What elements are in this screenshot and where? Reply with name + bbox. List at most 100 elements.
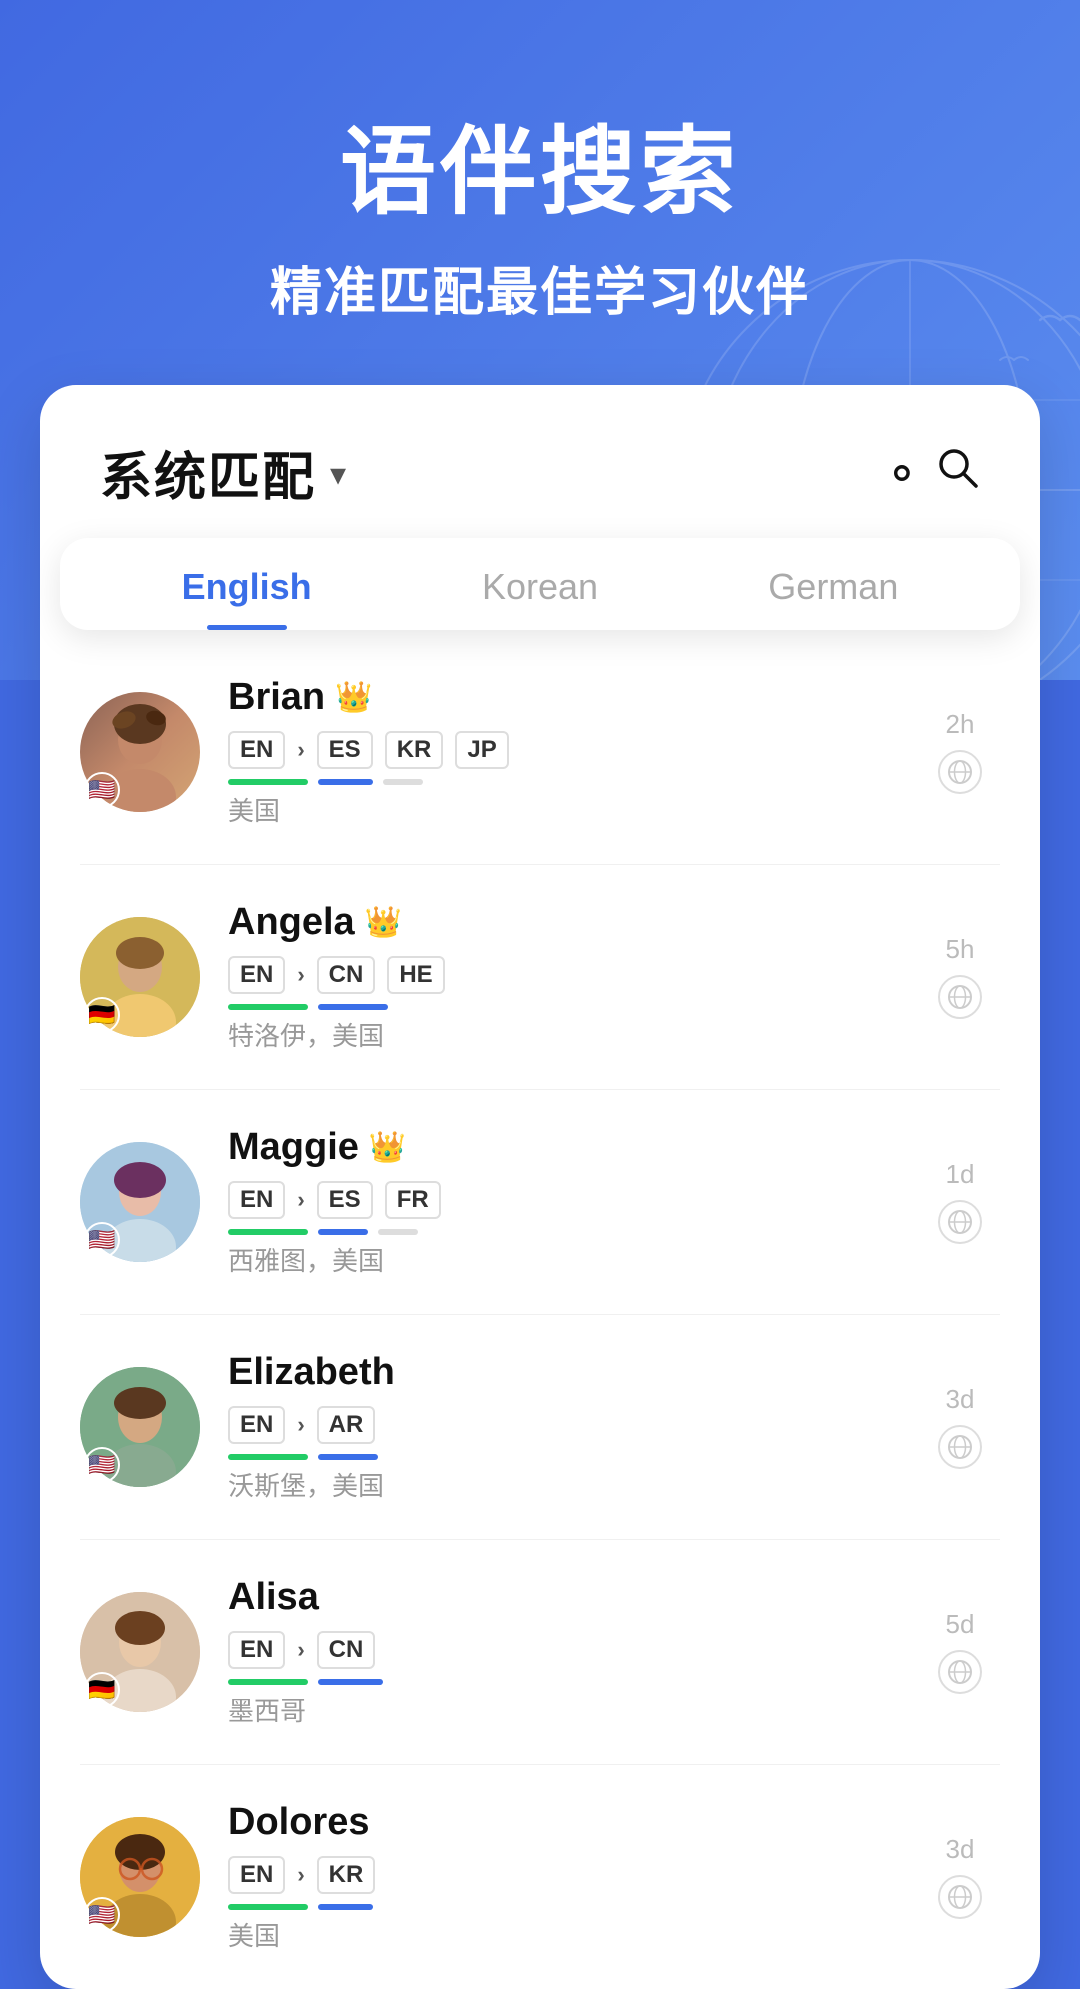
lang-to: ES: [317, 1181, 373, 1219]
arrow-icon: ›: [297, 737, 304, 763]
progress-bar-1: [228, 779, 308, 785]
flag-badge: 🇺🇸: [84, 1447, 120, 1483]
user-name: Angela: [228, 901, 355, 944]
lang-bars: [228, 1229, 892, 1235]
progress-bar-1: [228, 1454, 308, 1460]
lang-to: ES: [317, 731, 373, 769]
user-name-row: Alisa: [228, 1576, 892, 1619]
hero-title: 语伴搜索: [0, 120, 1080, 226]
hero-subtitle: 精准匹配最佳学习伙伴: [0, 250, 1080, 325]
user-meta: 5h: [920, 934, 1000, 1019]
list-item[interactable]: 🇩🇪 Alisa EN › CN 墨西哥 5d: [80, 1540, 1000, 1765]
user-info: Elizabeth EN › AR 沃斯堡，美国: [228, 1351, 892, 1503]
tab-korean[interactable]: Korean: [393, 566, 686, 630]
user-name-row: Elizabeth: [228, 1351, 892, 1394]
lang-to-2: KR: [385, 731, 444, 769]
lang-route: EN › ES FR: [228, 1181, 892, 1219]
flag-badge: 🇺🇸: [84, 1897, 120, 1933]
lang-bars: [228, 1004, 892, 1010]
globe-icon[interactable]: [938, 1425, 982, 1469]
lang-to-2: HE: [387, 956, 444, 994]
avatar-wrap: 🇩🇪: [80, 917, 200, 1037]
list-item[interactable]: 🇩🇪 Angela 👑 EN › CN HE 特洛伊，美国: [80, 865, 1000, 1090]
tab-german[interactable]: German: [687, 566, 980, 630]
user-location: 特洛伊，美国: [228, 1016, 892, 1053]
search-button[interactable]: ⚬: [883, 444, 980, 501]
user-name: Dolores: [228, 1801, 369, 1844]
arrow-icon: ›: [297, 1187, 304, 1213]
user-info: Alisa EN › CN 墨西哥: [228, 1576, 892, 1728]
user-name: Elizabeth: [228, 1351, 395, 1394]
time-ago: 1d: [946, 1159, 975, 1190]
lang-bars: [228, 1904, 892, 1910]
flag-badge: 🇩🇪: [84, 1672, 120, 1708]
progress-bar-2: [318, 1904, 373, 1910]
crown-icon: 👑: [335, 680, 372, 715]
progress-bar-1: [228, 1679, 308, 1685]
lang-to: CN: [317, 1631, 376, 1669]
time-ago: 3d: [946, 1384, 975, 1415]
globe-icon[interactable]: [938, 750, 982, 794]
progress-bar-2: [318, 1004, 388, 1010]
time-ago: 2h: [946, 709, 975, 740]
progress-bar-1: [228, 1904, 308, 1910]
user-meta: 2h: [920, 709, 1000, 794]
lang-to: AR: [317, 1406, 376, 1444]
lang-from: EN: [228, 1406, 285, 1444]
globe-icon[interactable]: [938, 1200, 982, 1244]
progress-bar-1: [228, 1004, 308, 1010]
list-item[interactable]: 🇺🇸 Brian 👑 EN › ES KR JP: [80, 640, 1000, 865]
user-meta: 3d: [920, 1384, 1000, 1469]
lang-route: EN › AR: [228, 1406, 892, 1444]
arrow-icon: ›: [297, 962, 304, 988]
lang-bars: [228, 1454, 892, 1460]
globe-icon[interactable]: [938, 975, 982, 1019]
progress-bar-3: [378, 1229, 418, 1235]
lang-route: EN › CN: [228, 1631, 892, 1669]
user-info: Angela 👑 EN › CN HE 特洛伊，美国: [228, 901, 892, 1053]
progress-bar-3: [383, 779, 423, 785]
lang-to-3: JP: [455, 731, 508, 769]
user-location: 沃斯堡，美国: [228, 1466, 892, 1503]
user-name-row: Brian 👑: [228, 676, 892, 719]
lang-route: EN › ES KR JP: [228, 731, 892, 769]
lang-from: EN: [228, 1856, 285, 1894]
arrow-icon: ›: [297, 1412, 304, 1438]
chevron-down-icon: ▾: [330, 455, 346, 493]
user-name: Brian: [228, 676, 325, 719]
progress-bar-2: [318, 1679, 383, 1685]
match-label-group[interactable]: 系统匹配 ▾: [100, 435, 346, 510]
avatar-wrap: 🇺🇸: [80, 1367, 200, 1487]
match-title: 系统匹配: [100, 435, 316, 510]
lang-from: EN: [228, 731, 285, 769]
tab-english[interactable]: English: [100, 566, 393, 630]
flag-badge: 🇩🇪: [84, 997, 120, 1033]
globe-icon[interactable]: [938, 1875, 982, 1919]
flag-badge: 🇺🇸: [84, 772, 120, 808]
list-item[interactable]: 🇺🇸 Elizabeth EN › AR 沃斯堡，美国 3d: [80, 1315, 1000, 1540]
lang-route: EN › CN HE: [228, 956, 892, 994]
list-item[interactable]: 🇺🇸 Maggie 👑 EN › ES FR 西雅图，美: [80, 1090, 1000, 1315]
lang-from: EN: [228, 1631, 285, 1669]
crown-icon: 👑: [365, 905, 402, 940]
hero-section: 语伴搜索 精准匹配最佳学习伙伴: [0, 0, 1080, 325]
globe-icon[interactable]: [938, 1650, 982, 1694]
avatar-wrap: 🇺🇸: [80, 1817, 200, 1937]
list-item[interactable]: 🇺🇸 Dolores EN › KR 美国 3d: [80, 1765, 1000, 1989]
arrow-icon: ›: [297, 1637, 304, 1663]
progress-bar-1: [228, 1229, 308, 1235]
user-meta: 3d: [920, 1834, 1000, 1919]
flag-badge: 🇺🇸: [84, 1222, 120, 1258]
user-info: Brian 👑 EN › ES KR JP 美国: [228, 676, 892, 828]
lang-to-2: FR: [385, 1181, 441, 1219]
lang-to: CN: [317, 956, 376, 994]
arrow-icon: ›: [297, 1862, 304, 1888]
card-header: 系统匹配 ▾ ⚬: [40, 385, 1040, 510]
user-name-row: Maggie 👑: [228, 1126, 892, 1169]
progress-bar-2: [318, 1454, 378, 1460]
user-name-row: Angela 👑: [228, 901, 892, 944]
progress-bar-2: [318, 779, 373, 785]
progress-bar-2: [318, 1229, 368, 1235]
user-name: Maggie: [228, 1126, 359, 1169]
user-name: Alisa: [228, 1576, 319, 1619]
